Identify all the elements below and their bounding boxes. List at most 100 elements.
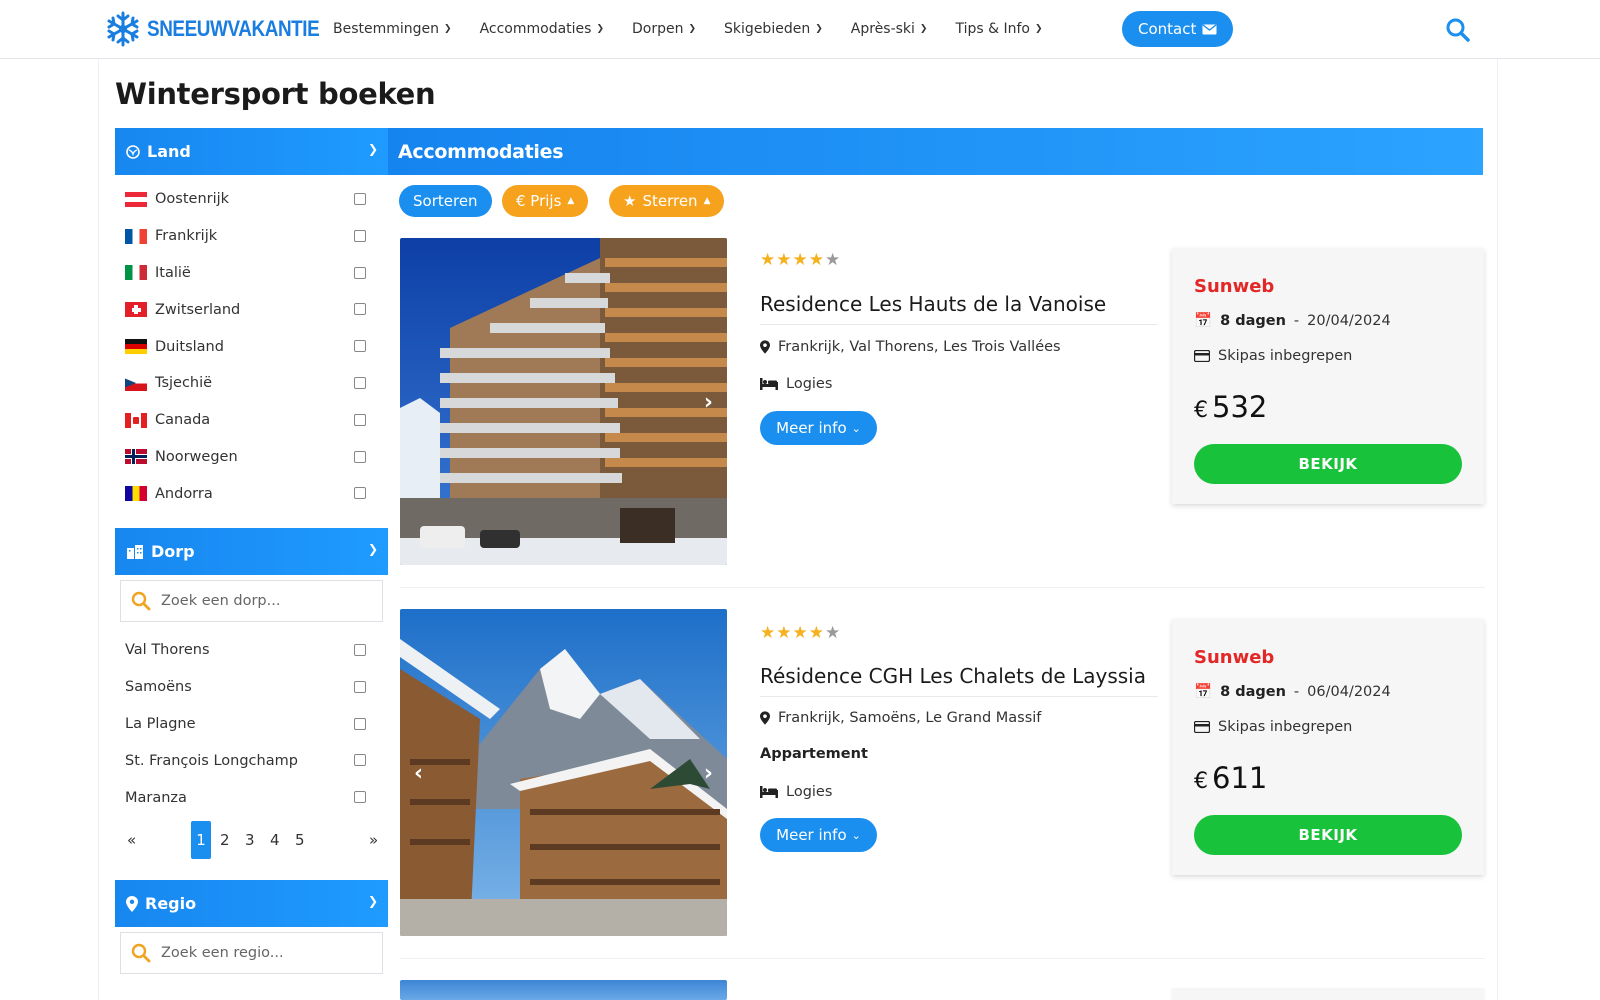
chevron-down-icon: ❯ bbox=[815, 24, 823, 34]
accommodation-board: Logies bbox=[760, 784, 832, 800]
map-pin-icon bbox=[760, 340, 770, 354]
skipass-info: Skipas inbegrepen bbox=[1194, 348, 1352, 364]
checkbox[interactable] bbox=[354, 680, 366, 693]
flag-austria-icon bbox=[125, 191, 147, 207]
search-icon bbox=[131, 943, 151, 963]
price-box: Sunweb 📅 8 dagen -20/04/2024 Skipas inbeg… bbox=[1172, 248, 1484, 504]
nav-bestemmingen[interactable]: Bestemmingen ❯ bbox=[333, 16, 452, 42]
contact-button[interactable]: Contact bbox=[1122, 11, 1234, 47]
nav-apres-ski[interactable]: Après-ski ❯ bbox=[851, 16, 928, 42]
next-photo-icon[interactable]: › bbox=[704, 761, 713, 786]
filter-item-oostenrijk[interactable]: Oostenrijk bbox=[115, 181, 388, 218]
envelope-icon bbox=[1202, 23, 1217, 34]
pager-next[interactable]: » bbox=[369, 831, 378, 849]
previous-photo-icon[interactable]: ‹ bbox=[414, 761, 423, 786]
filter-header-land[interactable]: Land ❯ bbox=[115, 128, 388, 175]
pager-page-2[interactable]: 2 bbox=[220, 831, 230, 849]
main-nav: Bestemmingen ❯ Accommodaties ❯ Dorpen ❯ Ski… bbox=[333, 16, 1043, 42]
pager-page-5[interactable]: 5 bbox=[295, 831, 305, 849]
skipass-info: Skipas inbegrepen bbox=[1194, 719, 1352, 735]
calendar-icon: 📅 bbox=[1194, 313, 1213, 329]
accommodation-type: Appartement bbox=[760, 746, 868, 762]
results-header: Accommodaties bbox=[388, 128, 1483, 175]
accommodation-title[interactable]: Résidence CGH Les Chalets de Layssia bbox=[760, 664, 1158, 697]
filter-item-tsjechie[interactable]: Tsjechië bbox=[115, 365, 388, 402]
checkbox[interactable] bbox=[354, 229, 366, 242]
nav-dorpen[interactable]: Dorpen ❯ bbox=[632, 16, 696, 42]
divider bbox=[400, 958, 1485, 959]
accommodation-photo[interactable] bbox=[400, 980, 727, 1000]
filter-item-italie[interactable]: Italië bbox=[115, 255, 388, 292]
filter-item-duitsland[interactable]: Duitsland bbox=[115, 328, 388, 365]
checkbox[interactable] bbox=[354, 340, 366, 353]
pager-page-1[interactable]: 1 bbox=[191, 821, 211, 859]
checkbox[interactable] bbox=[354, 754, 366, 767]
checkbox[interactable] bbox=[354, 266, 366, 279]
flag-andorra-icon bbox=[125, 486, 147, 502]
filter-item-st-francois[interactable]: St. François Longchamp bbox=[115, 742, 388, 779]
view-button[interactable]: BEKIJK bbox=[1194, 815, 1462, 855]
accommodation-photo[interactable]: ‹ › bbox=[400, 609, 727, 936]
sort-stars-button[interactable]: ★ Sterren ▲ bbox=[609, 185, 725, 217]
filter-item-samoens[interactable]: Samoëns bbox=[115, 669, 388, 706]
filter-item-val-thorens[interactable]: Val Thorens bbox=[115, 632, 388, 669]
checkbox[interactable] bbox=[354, 791, 366, 804]
filter-item-maranza[interactable]: Maranza bbox=[115, 779, 388, 816]
filter-header-dorp[interactable]: Dorp ❯ bbox=[115, 528, 388, 575]
checkbox[interactable] bbox=[354, 303, 366, 316]
more-info-button[interactable]: Meer info ⌄ bbox=[760, 411, 877, 445]
sort-price-button[interactable]: € Prijs ▲ bbox=[502, 185, 589, 217]
regio-search-field[interactable]: Zoek een regio... bbox=[120, 932, 383, 974]
filter-header-regio[interactable]: Regio ❯ bbox=[115, 880, 388, 927]
checkbox[interactable] bbox=[354, 450, 366, 463]
card-icon bbox=[1194, 721, 1210, 733]
chevron-down-icon: ⌄ bbox=[851, 828, 861, 842]
card-icon bbox=[1194, 350, 1210, 362]
accommodation-title[interactable]: Residence Les Hauts de la Vanoise bbox=[760, 292, 1158, 325]
pager-page-4[interactable]: 4 bbox=[270, 831, 280, 849]
site-logo[interactable]: SNEEUWVAKANTIE bbox=[105, 11, 347, 47]
filter-item-noorwegen[interactable]: Noorwegen bbox=[115, 439, 388, 476]
buildings-icon bbox=[127, 544, 143, 559]
dorp-search-field[interactable]: Zoek een dorp... bbox=[120, 580, 383, 622]
view-button[interactable]: BEKIJK bbox=[1194, 444, 1462, 484]
filter-item-frankrijk[interactable]: Frankrijk bbox=[115, 218, 388, 255]
accommodation-photo[interactable]: › bbox=[400, 238, 727, 565]
caret-up-icon: ▲ bbox=[703, 196, 711, 206]
logo-text: SNEEUWVAKANTIE bbox=[147, 16, 320, 41]
checkbox[interactable] bbox=[354, 413, 366, 426]
chevron-down-icon: ❯ bbox=[367, 142, 378, 156]
checkbox[interactable] bbox=[354, 193, 366, 205]
filter-item-la-plagne[interactable]: La Plagne bbox=[115, 706, 388, 743]
checkbox[interactable] bbox=[354, 644, 366, 656]
accommodation-board: Logies bbox=[760, 376, 832, 392]
search-icon[interactable] bbox=[1444, 16, 1472, 44]
filter-list-dorp: Val Thorens Samoëns La Plagne St. Franço… bbox=[115, 632, 388, 816]
chalet-photo bbox=[400, 609, 727, 936]
chevron-down-icon: ❯ bbox=[919, 24, 928, 34]
snowflake-icon bbox=[107, 11, 139, 47]
pager-page-3[interactable]: 3 bbox=[245, 831, 255, 849]
next-photo-icon[interactable]: › bbox=[704, 390, 713, 415]
pager-prev[interactable]: « bbox=[127, 831, 136, 849]
nav-tips-info[interactable]: Tips & Info ❯ bbox=[955, 16, 1042, 42]
more-info-button[interactable]: Meer info ⌄ bbox=[760, 818, 877, 852]
trip-duration: 📅 8 dagen -20/04/2024 bbox=[1194, 312, 1391, 330]
regio-search-placeholder: Zoek een regio... bbox=[161, 945, 284, 961]
checkbox[interactable] bbox=[354, 717, 366, 730]
filter-list-land: Oostenrijk Frankrijk Italië Zwitserland … bbox=[115, 181, 388, 512]
flag-france-icon bbox=[125, 228, 147, 244]
nav-skigebieden[interactable]: Skigebieden ❯ bbox=[724, 16, 823, 42]
filter-item-canada[interactable]: Canada bbox=[115, 402, 388, 439]
checkbox[interactable] bbox=[354, 376, 366, 389]
nav-accommodaties[interactable]: Accommodaties ❯ bbox=[480, 16, 604, 42]
star-rating: ★★★★★ bbox=[760, 250, 842, 270]
sort-button[interactable]: Sorteren bbox=[399, 185, 492, 217]
dorp-search-placeholder: Zoek een dorp... bbox=[161, 593, 281, 609]
filter-item-zwitserland[interactable]: Zwitserland bbox=[115, 291, 388, 328]
checkbox[interactable] bbox=[354, 487, 366, 500]
flag-norway-icon bbox=[125, 449, 147, 465]
price: €532 bbox=[1194, 390, 1268, 424]
filter-item-andorra[interactable]: Andorra bbox=[115, 475, 388, 512]
bed-icon bbox=[760, 378, 778, 390]
